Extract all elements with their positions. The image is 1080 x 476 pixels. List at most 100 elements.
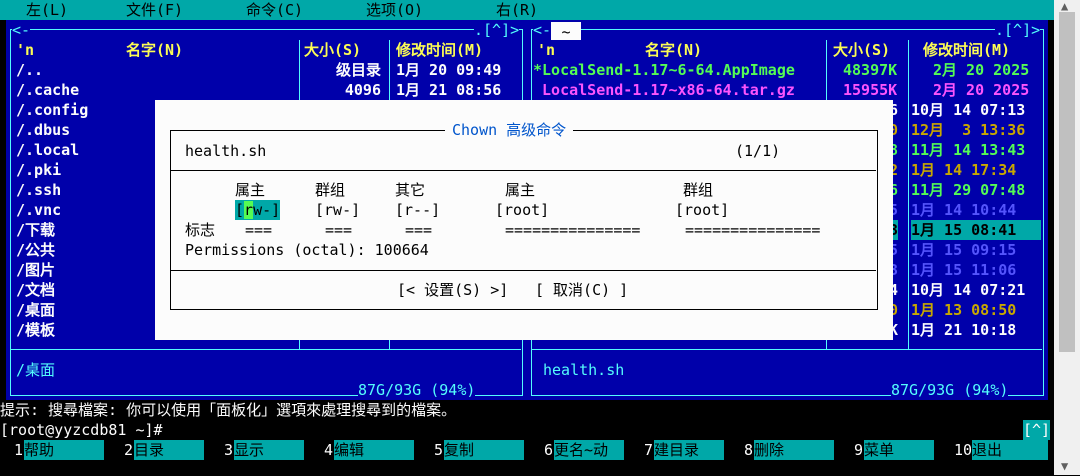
col-other-label: 其它 <box>395 181 426 199</box>
right-row-name: *LocalSend-1.17~6-64.AppImage <box>533 61 795 79</box>
left-row-name: /文档 <box>16 281 56 299</box>
right-row-mtime: 1月 13 08:50 <box>911 301 1017 319</box>
flags-group2: =============== <box>685 221 821 239</box>
fkey-number: 7 <box>644 441 654 459</box>
dialog-divider-1 <box>170 170 876 171</box>
menu-right[interactable]: 右(R) <box>496 0 538 20</box>
scroll-down-icon[interactable]: ▼ <box>1061 456 1068 476</box>
left-header-mtime[interactable]: 修改时间(M) <box>396 40 483 60</box>
fkey-1[interactable]: 1 帮助 <box>0 440 110 460</box>
right-header-size[interactable]: 大小(S) <box>833 40 890 60</box>
perm-group-button[interactable]: [rw-] <box>315 200 360 220</box>
fkey-number: 8 <box>744 441 754 459</box>
right-panel-corner[interactable]: <- <box>533 20 552 40</box>
fkey-8[interactable]: 8 删除 <box>730 440 840 460</box>
right-row-mtime: 10月 14 07:21 <box>911 281 1026 299</box>
fkey-label: 编辑 <box>334 440 414 460</box>
right-row-mtime: 1月 15 11:06 <box>911 261 1017 279</box>
left-row-name: /.pki <box>16 161 62 179</box>
left-disk-usage: 87G/93G (94%) <box>358 380 476 400</box>
left-file-row[interactable]: /.. 级目录 1月 20 09:49 <box>6 60 527 80</box>
fkey-5[interactable]: 5 复制 <box>420 440 530 460</box>
left-row-size: 4096 <box>344 81 381 99</box>
owner-select[interactable]: [root] <box>495 200 549 220</box>
left-row-name: /.dbus <box>16 121 71 139</box>
history-button[interactable]: [^] <box>1023 420 1051 440</box>
right-row-mtime: 11月 29 07:48 <box>911 181 1026 199</box>
fkey-3[interactable]: 3 显示 <box>210 440 310 460</box>
flags-group: === <box>325 221 353 239</box>
perm-owner-cursor: r <box>244 201 254 219</box>
flags-owner2: =============== <box>505 221 641 239</box>
left-row-name: /公共 <box>16 241 56 259</box>
left-panel-corner[interactable]: <- <box>12 20 31 40</box>
perm-owner-button[interactable]: [rw-] <box>235 200 281 220</box>
fkey-4[interactable]: 4 编辑 <box>310 440 420 460</box>
set-button[interactable]: [< 设置(S) >] <box>397 280 508 300</box>
fkey-2[interactable]: 2 目录 <box>110 440 210 460</box>
right-row-mtime: 1月 15 09:15 <box>911 241 1017 259</box>
perm-other-button[interactable]: [r--] <box>395 200 440 220</box>
fkey-6[interactable]: 6 更名~动 <box>530 440 630 460</box>
menu-file[interactable]: 文件(F) <box>126 0 183 20</box>
dialog-counter: (1/1) <box>735 142 781 160</box>
menu-command[interactable]: 命令(C) <box>246 0 303 20</box>
right-header-name[interactable]: 名字(N) <box>645 40 702 60</box>
right-row-mtime: 1月 21 10:18 <box>911 321 1017 339</box>
left-panel-divider <box>10 349 521 350</box>
right-header-sort[interactable]: 'n <box>537 40 555 60</box>
scrollbar-thumb[interactable] <box>1059 12 1075 352</box>
fkey-number: 3 <box>224 441 234 459</box>
dialog-filename: health.sh <box>185 142 267 160</box>
hint-line: 提示: 搜尋檔案: 你可以使用「面板化」選項來處理搜尋到的檔案。 <box>0 401 457 419</box>
cancel-button[interactable]: [ 取消(C) ] <box>535 280 628 300</box>
left-file-row[interactable]: /.cache 4096 1月 21 08:56 <box>6 80 527 100</box>
left-row-name: /下载 <box>16 221 56 239</box>
right-panel-divider <box>531 349 1042 350</box>
col-owner2-label: 属主 <box>505 181 536 199</box>
fkey-number: 2 <box>124 441 134 459</box>
left-header-sort[interactable]: 'n <box>16 40 34 60</box>
fkey-label: 复制 <box>444 440 524 460</box>
perm-owner-rest: w- <box>253 201 272 219</box>
col-group2-label: 群组 <box>683 181 714 199</box>
right-disk-usage: 87G/93G (94%) <box>891 380 1009 400</box>
left-header-name[interactable]: 名字(N) <box>126 40 183 60</box>
right-panel-tab[interactable]: ~ <box>551 22 581 41</box>
right-row-size: 15955K <box>843 81 898 99</box>
fkey-10[interactable]: 10 退出 <box>940 440 1054 460</box>
right-row-size: 48397K <box>843 61 898 79</box>
scroll-up-icon[interactable]: ▲ <box>1061 0 1068 16</box>
fkey-number: 6 <box>544 441 554 459</box>
right-row-mtime: 11月 14 13:43 <box>911 141 1026 159</box>
right-status: health.sh <box>543 361 625 379</box>
permissions-octal: Permissions (octal): 100664 <box>185 241 429 259</box>
fkey-label: 建目录 <box>654 440 724 460</box>
right-header-mtime[interactable]: 修改时间(M) <box>923 40 1010 60</box>
left-header-row: 'n 名字(N) 大小(S) 修改时间(M) <box>6 40 527 60</box>
group-select[interactable]: [root] <box>675 200 729 220</box>
right-row-mtime: 2月 20 2025 <box>933 61 1030 79</box>
right-panel-corner-right[interactable]: .[^]> <box>995 20 1041 40</box>
fkey-7[interactable]: 7 建目录 <box>630 440 730 460</box>
command-prompt[interactable]: [root@yyzcdb81 ~]# <box>0 420 163 440</box>
right-row-mtime: 10月 14 07:13 <box>911 101 1026 119</box>
dialog-divider-2 <box>170 270 876 271</box>
window-scrollbar[interactable]: ▲ ▼ <box>1054 0 1080 475</box>
left-row-mtime: 1月 21 08:56 <box>396 81 502 99</box>
menu-options[interactable]: 选项(O) <box>366 0 423 20</box>
right-row-appimage[interactable]: *LocalSend-1.17~6-64.AppImage 48397K 2月 … <box>527 60 1048 80</box>
left-header-size[interactable]: 大小(S) <box>304 40 361 60</box>
fkey-label: 显示 <box>234 440 304 460</box>
fkey-9[interactable]: 9 菜单 <box>840 440 940 460</box>
right-row-mtime: 1月 15 08:41 <box>911 220 1041 240</box>
flags-other: === <box>405 221 433 239</box>
right-row-mtime: 1月 14 10:44 <box>911 201 1017 219</box>
fkey-label: 退出 <box>972 440 1048 460</box>
right-row-targz[interactable]: LocalSend-1.17~x86-64.tar.gz 15955K 2月 2… <box>527 80 1048 100</box>
dialog-title: Chown 高级命令 <box>445 120 574 140</box>
fkey-number: 9 <box>854 441 864 459</box>
menu-left[interactable]: 左(L) <box>26 0 68 20</box>
function-key-bar: 1 帮助 2 目录 3 显示 4 编辑 5 复制 6 更名~动 7 建目录 8 删除 9 菜单 10 退出 <box>0 440 1054 460</box>
left-panel-corner-right[interactable]: .[^]> <box>474 20 520 40</box>
